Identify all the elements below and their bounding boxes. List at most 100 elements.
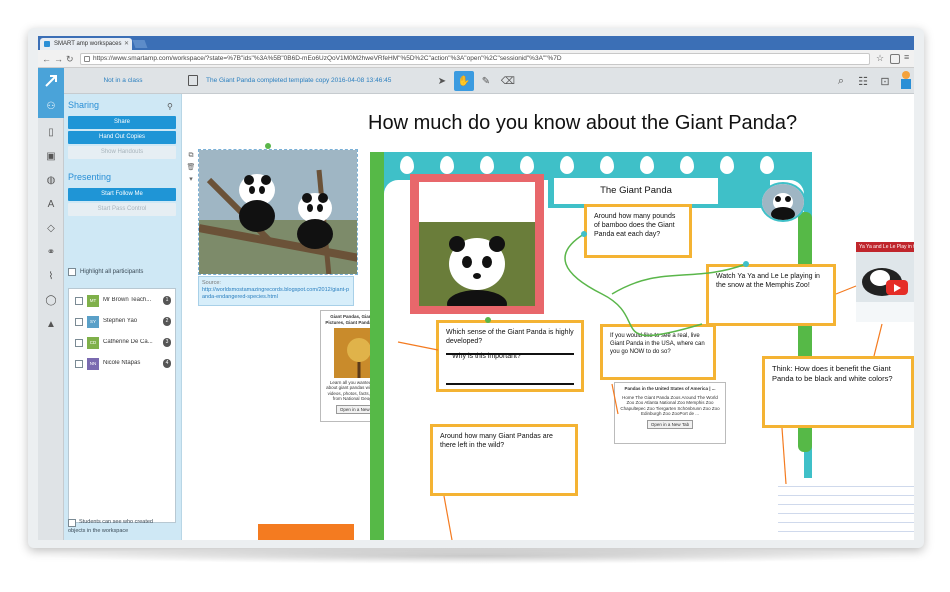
creator-visibility-text-1: Students can see who created bbox=[79, 519, 153, 525]
document-icon bbox=[188, 75, 198, 86]
decor-drop bbox=[600, 156, 614, 174]
highlight-participants-checkbox[interactable] bbox=[68, 268, 76, 276]
globe-icon[interactable]: ◍ bbox=[38, 168, 64, 192]
tab-favicon-icon bbox=[44, 41, 50, 47]
shapes-icon[interactable]: ◇ bbox=[38, 216, 64, 240]
pages-icon[interactable]: ▯ bbox=[38, 120, 64, 144]
url-text: https://www.smartamp.com/workspace/?stat… bbox=[93, 55, 562, 62]
arrow-cursor-icon[interactable]: ➤ bbox=[432, 71, 452, 91]
participant-name: Nicole Ntapas bbox=[103, 360, 141, 366]
participant-checkbox[interactable] bbox=[75, 339, 83, 347]
web-card-title: Pandas in the United States of America |… bbox=[624, 386, 716, 391]
reload-icon[interactable]: ↻ bbox=[66, 54, 74, 64]
group-icon[interactable]: ⚭ bbox=[38, 240, 64, 264]
lock-workspace-icon[interactable]: ⊡ bbox=[876, 72, 894, 90]
text-icon[interactable]: A bbox=[38, 192, 64, 216]
app-toolbar: Not in a class The Giant Panda completed… bbox=[38, 68, 914, 94]
browser-tab[interactable]: SMART amp workspaces ✕ bbox=[40, 38, 132, 50]
bookmark-star-icon[interactable]: ☆ bbox=[876, 53, 884, 63]
eraser-icon[interactable]: ⌫ bbox=[498, 71, 518, 91]
participant-name: Catherine De Ca... bbox=[103, 339, 153, 345]
note-watch[interactable]: Watch Ya Ya and Le Le playing in the sno… bbox=[706, 264, 836, 326]
sharing-heading: Sharing bbox=[68, 100, 100, 110]
small-panda-photo[interactable] bbox=[760, 182, 806, 222]
participant-row[interactable]: MT Mr Brown Teach... 1 bbox=[69, 291, 175, 311]
new-tab-button[interactable] bbox=[132, 40, 148, 48]
object-tools: ⧉ 🗑 ▾ bbox=[186, 150, 196, 186]
lock-icon bbox=[84, 56, 90, 62]
forward-arrow-icon[interactable]: → bbox=[54, 54, 63, 64]
note-sense[interactable]: Which sense of the Giant Panda is highly… bbox=[436, 320, 584, 392]
search-icon[interactable]: ⌕ bbox=[832, 72, 850, 90]
note-think[interactable]: Think: How does it benefit the Giant Pan… bbox=[762, 356, 914, 428]
monitor-frame: SMART amp workspaces ✕ ← → ↻ https://www… bbox=[28, 28, 924, 548]
workspace-canvas[interactable]: How much do you know about the Giant Pan… bbox=[182, 94, 914, 540]
note-bamboo[interactable]: Around how many pounds of bamboo does th… bbox=[584, 204, 692, 258]
web-link-card[interactable]: Pandas in the United States of America |… bbox=[614, 382, 726, 444]
title-banner: The Giant Panda bbox=[548, 174, 770, 208]
pen-icon[interactable]: ✎ bbox=[476, 71, 496, 91]
sharing-icon[interactable]: ⚇ bbox=[38, 94, 64, 118]
url-input[interactable]: https://www.smartamp.com/workspace/?stat… bbox=[80, 53, 870, 65]
share-button[interactable]: Share bbox=[68, 116, 176, 129]
comment-icon[interactable]: ◯ bbox=[38, 288, 64, 312]
attachment-icon[interactable]: ⌇ bbox=[38, 264, 64, 288]
pin-icon[interactable]: ⚲ bbox=[167, 102, 175, 111]
creator-visibility-text-2: objects in the workspace bbox=[68, 528, 129, 534]
participant-row[interactable]: NN Nicole Ntapas 4 bbox=[69, 354, 175, 374]
board-green-stripe bbox=[370, 152, 384, 540]
close-tab-icon[interactable]: ✕ bbox=[124, 40, 129, 47]
handout-icon[interactable]: ☷ bbox=[854, 72, 872, 90]
participant-row[interactable]: SY Stephen Yao 2 bbox=[69, 312, 175, 332]
avatar: NN bbox=[87, 358, 99, 370]
sharing-panel: Sharing ⚲ Share Hand Out Copies Show Han… bbox=[64, 94, 182, 540]
more-chevron-icon[interactable]: ▾ bbox=[186, 174, 196, 186]
decor-drop bbox=[480, 156, 494, 174]
start-follow-me-button[interactable]: Start Follow Me bbox=[68, 188, 176, 201]
participant-checkbox[interactable] bbox=[75, 297, 83, 305]
participant-checkbox[interactable] bbox=[75, 318, 83, 326]
panda-photo[interactable] bbox=[198, 149, 358, 275]
answer-line bbox=[446, 353, 574, 355]
video-embed[interactable]: Ya Ya and Le Le Play in the Snow bbox=[856, 242, 914, 322]
open-in-new-tab-button[interactable]: Open in a New Tab bbox=[646, 419, 694, 429]
document-title[interactable]: The Giant Panda completed template copy … bbox=[206, 68, 391, 94]
mascot-icon bbox=[901, 71, 911, 89]
copy-icon[interactable]: ⧉ bbox=[186, 150, 196, 162]
panda-portrait[interactable] bbox=[419, 182, 535, 306]
hand-out-copies-button[interactable]: Hand Out Copies bbox=[68, 131, 176, 144]
left-icon-rail: ⚇ ▯ ▣ ◍ A ◇ ⚭ ⌇ ◯ ▲ bbox=[38, 94, 64, 540]
decor-drop bbox=[520, 156, 534, 174]
orange-label-bar bbox=[258, 524, 354, 540]
note-wild[interactable]: Around how many Giant Pandas are there l… bbox=[430, 424, 578, 496]
avatar: CD bbox=[87, 337, 99, 349]
start-pass-control-button[interactable]: Start Pass Control bbox=[68, 203, 176, 216]
decor-drop bbox=[560, 156, 574, 174]
show-handouts-button[interactable]: Show Handouts bbox=[68, 146, 176, 159]
browser-menu-icon[interactable]: ≡ bbox=[904, 52, 909, 62]
participant-name: Stephen Yao bbox=[103, 318, 138, 324]
trash-icon[interactable]: 🗑 bbox=[186, 162, 196, 174]
note-usa[interactable]: If you would like to see a real, live Gi… bbox=[600, 324, 716, 380]
image-icon[interactable]: ▣ bbox=[38, 144, 64, 168]
browser-tab-bar: SMART amp workspaces ✕ bbox=[38, 36, 914, 50]
answer-line bbox=[446, 383, 574, 385]
decor-drop bbox=[760, 156, 774, 174]
web-card-description: Home The Giant Panda Zoos Around The Wor… bbox=[620, 394, 720, 417]
note-sense-question: Which sense of the Giant Panda is highly… bbox=[446, 329, 574, 345]
participant-checkbox[interactable] bbox=[75, 360, 83, 368]
video-play-button[interactable] bbox=[886, 280, 908, 295]
source-link-box[interactable]: Source: http://worldsmostamazingrecords.… bbox=[198, 276, 354, 306]
participant-count-badge: 1 bbox=[163, 296, 171, 305]
creator-visibility-checkbox[interactable] bbox=[68, 519, 76, 527]
source-url[interactable]: http://worldsmostamazingrecords.blogspot… bbox=[202, 287, 350, 301]
participant-row[interactable]: CD Catherine De Ca... 3 bbox=[69, 333, 175, 353]
collapse-icon[interactable]: ▲ bbox=[38, 312, 64, 336]
video-title: Ya Ya and Le Le Play in the Snow bbox=[856, 242, 914, 252]
hand-pan-icon[interactable]: ✋ bbox=[454, 71, 474, 91]
extension-icon[interactable] bbox=[890, 54, 900, 64]
smart-amp-logo-icon[interactable] bbox=[38, 68, 64, 94]
back-arrow-icon[interactable]: ← bbox=[42, 54, 51, 64]
participant-count-badge: 2 bbox=[163, 317, 171, 326]
class-status[interactable]: Not in a class bbox=[64, 68, 182, 94]
